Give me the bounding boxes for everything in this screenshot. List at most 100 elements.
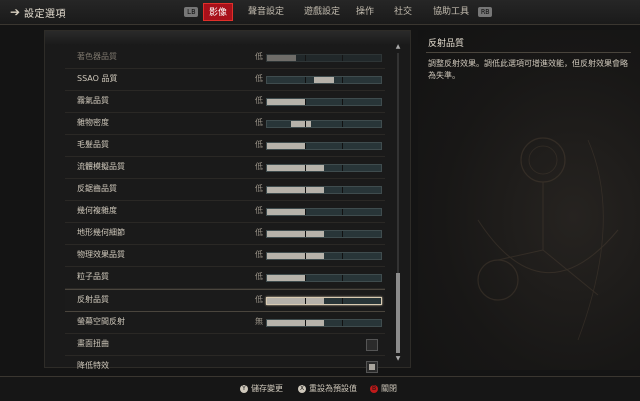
slider-segment-divider — [305, 99, 306, 105]
slider-segment-divider — [305, 121, 306, 127]
setting-row[interactable]: 流體模擬品質 低 — [65, 157, 385, 179]
setting-label: SSAO 品質 — [77, 74, 118, 83]
close-label: 關閉 — [381, 384, 397, 393]
scroll-thumb[interactable] — [396, 273, 400, 353]
slider-fill[interactable] — [267, 55, 296, 61]
tab-video[interactable]: 影像 — [203, 3, 233, 21]
setting-value: 低 — [255, 118, 263, 127]
setting-label: 物理效果品質 — [77, 250, 125, 259]
checkbox-check-mark — [369, 364, 375, 370]
setting-slider[interactable] — [266, 274, 382, 282]
slider-segment-divider — [342, 231, 343, 237]
setting-slider[interactable] — [266, 252, 382, 260]
back-arrow-icon[interactable]: ➔ — [8, 5, 22, 19]
tab-gameplay[interactable]: 遊戲設定 — [299, 3, 345, 21]
setting-label: 幾何複雜度 — [77, 206, 117, 215]
tab-accessibility[interactable]: 協助工具 — [427, 3, 475, 21]
slider-fill[interactable] — [267, 275, 305, 281]
setting-slider[interactable] — [266, 319, 382, 327]
x-button-icon: X — [298, 384, 306, 393]
slider-fill[interactable] — [267, 143, 305, 149]
setting-value: 低 — [255, 140, 263, 149]
setting-value: 低 — [255, 228, 263, 237]
reset-defaults-button[interactable]: X 重設為預設值 — [298, 383, 357, 394]
slider-segment-divider — [342, 320, 343, 326]
settings-panel: 著色器品質低 SSAO 品質低霧氣品質低雜物密度低毛髮品質低流體模擬品質低反鋸齒品… — [44, 30, 411, 378]
slider-fill[interactable] — [267, 253, 324, 259]
scroll-down-icon[interactable]: ▼ — [394, 355, 402, 363]
setting-row[interactable]: 雜物密度 低 — [65, 113, 385, 135]
setting-checkbox[interactable] — [366, 361, 378, 373]
setting-label: 地形幾何細節 — [77, 228, 125, 237]
tab-audio[interactable]: 聲音設定 — [243, 3, 289, 21]
setting-slider[interactable] — [266, 54, 382, 62]
setting-row[interactable]: 粒子品質 低 — [65, 267, 385, 289]
setting-value: 低 — [255, 295, 263, 304]
setting-row[interactable]: 毛髮品質 低 — [65, 135, 385, 157]
slider-segment-divider — [342, 55, 343, 61]
right-bumper-hint[interactable]: RB — [478, 7, 493, 17]
panel-frame — [45, 31, 410, 45]
setting-value: 低 — [255, 250, 263, 259]
setting-row[interactable]: 降低特效 — [65, 356, 385, 378]
tab-social[interactable]: 社交 — [391, 3, 415, 21]
setting-row[interactable]: 反鋸齒品質 低 — [65, 179, 385, 201]
setting-slider[interactable] — [266, 142, 382, 150]
close-button[interactable]: B 關閉 — [370, 383, 397, 394]
setting-label: 霧氣品質 — [77, 96, 109, 105]
setting-slider[interactable] — [266, 297, 382, 305]
setting-row[interactable]: 霧氣品質 低 — [65, 91, 385, 113]
rune-decoration-icon — [477, 137, 619, 341]
tab-controls[interactable]: 操作 — [353, 3, 377, 21]
setting-value: 無 — [255, 317, 263, 326]
setting-slider[interactable] — [266, 164, 382, 172]
setting-row[interactable]: 著色器品質 低 — [65, 47, 385, 69]
slider-segment-divider — [342, 121, 343, 127]
setting-value: 低 — [255, 206, 263, 215]
slider-knob[interactable] — [314, 77, 334, 83]
page-title: 設定選項 — [24, 9, 66, 20]
top-bar: ➔ 設定選項 LB 影像 聲音設定 遊戲設定 操作 社交 協助工具 RB — [0, 0, 640, 25]
setting-row[interactable]: 反射品質 低 — [65, 289, 385, 312]
slider-segment-divider — [305, 77, 306, 83]
setting-row[interactable]: 地形幾何細節 低 — [65, 223, 385, 245]
settings-list: 著色器品質低 SSAO 品質低霧氣品質低雜物密度低毛髮品質低流體模擬品質低反鋸齒品… — [65, 47, 385, 378]
scrollbar[interactable]: ▲ ▼ — [394, 43, 402, 363]
setting-slider[interactable] — [266, 208, 382, 216]
slider-fill[interactable] — [267, 187, 324, 193]
slider-segment-divider — [342, 275, 343, 281]
slider-fill[interactable] — [267, 298, 324, 304]
setting-row[interactable]: SSAO 品質 低 — [65, 69, 385, 91]
setting-row[interactable]: 物理效果品質 低 — [65, 245, 385, 267]
scroll-up-icon[interactable]: ▲ — [394, 43, 402, 51]
slider-fill[interactable] — [267, 165, 324, 171]
slider-segment-divider — [305, 55, 306, 61]
setting-row[interactable]: 幾何複雜度 低 — [65, 201, 385, 223]
setting-label: 反射品質 — [77, 295, 109, 304]
slider-segment-divider — [342, 99, 343, 105]
save-changes-button[interactable]: Y 儲存變更 — [240, 383, 283, 394]
setting-slider[interactable] — [266, 98, 382, 106]
setting-slider[interactable] — [266, 186, 382, 194]
setting-label: 螢幕空間反射 — [77, 317, 125, 326]
setting-row[interactable]: 畫面扭曲 — [65, 334, 385, 356]
info-panel: 反射品質 調整反射效果。調低此選項可增進效能，但反射效果會略為失準。 — [418, 30, 640, 370]
info-description: 調整反射效果。調低此選項可增進效能，但反射效果會略為失準。 — [428, 59, 628, 80]
left-bumper-hint[interactable]: LB — [184, 7, 199, 17]
setting-label: 降低特效 — [77, 361, 109, 370]
slider-fill[interactable] — [267, 209, 305, 215]
setting-slider[interactable] — [266, 120, 382, 128]
setting-slider[interactable] — [266, 230, 382, 238]
setting-label: 毛髮品質 — [77, 140, 109, 149]
setting-slider[interactable] — [266, 76, 382, 84]
save-changes-label: 儲存變更 — [251, 384, 283, 393]
setting-row[interactable]: 螢幕空間反射 無 — [65, 312, 385, 334]
slider-knob[interactable] — [291, 121, 311, 127]
slider-fill[interactable] — [267, 231, 324, 237]
slider-segment-divider — [342, 298, 343, 304]
setting-checkbox[interactable] — [366, 339, 378, 351]
slider-fill[interactable] — [267, 99, 305, 105]
slider-fill[interactable] — [267, 320, 324, 326]
slider-segment-divider — [342, 77, 343, 83]
slider-segment-divider — [342, 143, 343, 149]
